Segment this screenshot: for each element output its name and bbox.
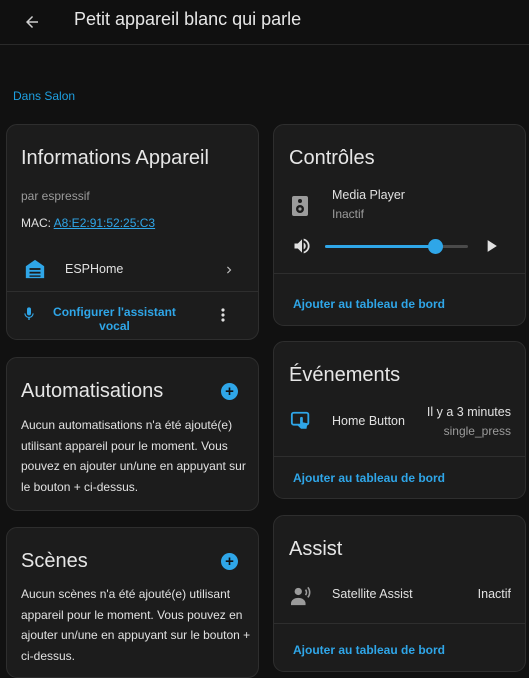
play-icon (487, 240, 497, 252)
assist-card: Assist Satellite Assist Inactif Ajouter … (273, 515, 526, 672)
integration-label: ESPHome (65, 262, 124, 276)
media-player-name[interactable]: Media Player (332, 188, 405, 202)
assist-add-to-dashboard[interactable]: Ajouter au tableau de bord (293, 643, 445, 657)
add-scene-button[interactable]: + (221, 553, 238, 570)
gesture-tap-icon (290, 411, 310, 429)
device-info-divider (7, 291, 258, 292)
events-card: Événements Home Button Il y a 3 minutes … (273, 341, 526, 499)
microphone-icon (24, 307, 34, 320)
scenes-card: Scènes + Aucun scènes n'a été ajouté(e) … (6, 527, 259, 678)
top-app-bar: Petit appareil blanc qui parle (0, 0, 529, 45)
speaker-icon (292, 196, 308, 216)
controls-card: Contrôles Media Player Inactif Ajouter a… (273, 124, 526, 326)
area-breadcrumb[interactable]: Dans Salon (13, 89, 75, 103)
more-vert-icon (221, 308, 225, 322)
events-divider (274, 456, 525, 457)
integration-row[interactable]: ESPHome (7, 253, 258, 285)
assist-entity-name[interactable]: Satellite Assist (332, 587, 413, 601)
arrow-left-icon (26, 16, 38, 28)
mute-button[interactable] (292, 236, 314, 256)
volume-slider[interactable] (325, 237, 468, 255)
assist-title: Assist (289, 538, 343, 560)
volume-thumb[interactable] (427, 239, 443, 254)
mac-address-link[interactable]: A8:E2:91:52:25:C3 (54, 216, 155, 230)
event-type: single_press (443, 424, 511, 438)
controls-divider (274, 273, 525, 274)
esphome-icon (25, 259, 45, 279)
scenes-title: Scènes (21, 550, 88, 572)
account-voice-icon (291, 586, 311, 606)
events-add-to-dashboard[interactable]: Ajouter au tableau de bord (293, 471, 445, 485)
page-title: Petit appareil blanc qui parle (74, 9, 302, 29)
volume-high-icon (294, 238, 310, 254)
add-automation-button[interactable]: + (221, 383, 238, 400)
device-info-title: Informations Appareil (21, 147, 209, 169)
assist-divider (274, 623, 525, 624)
chevron-right-icon (227, 266, 232, 274)
mac-row: MAC: A8:E2:91:52:25:C3 (21, 216, 155, 230)
assist-state: Inactif (477, 587, 511, 601)
play-button[interactable] (481, 236, 501, 256)
controls-add-to-dashboard[interactable]: Ajouter au tableau de bord (293, 297, 445, 311)
event-entity-name[interactable]: Home Button (332, 414, 405, 428)
mac-label: MAC: (21, 216, 51, 230)
events-title: Événements (289, 364, 401, 386)
automations-card: Automatisations + Aucun automatisations … (6, 357, 259, 511)
controls-title: Contrôles (289, 147, 375, 169)
configure-assistant-label: Configurer l'assistant vocal (53, 305, 176, 333)
configure-assistant-button[interactable]: Configurer l'assistant vocal (7, 293, 207, 337)
scenes-empty-text: Aucun scènes n'a été ajouté(e) utilisant… (21, 587, 251, 663)
device-info-card: Informations Appareil par espressif MAC:… (6, 124, 259, 340)
volume-fill (325, 245, 436, 248)
automations-empty-text: Aucun automatisations n'a été ajouté(e) … (21, 418, 246, 494)
manufacturer-text: par espressif (21, 189, 90, 203)
event-time: Il y a 3 minutes (426, 405, 511, 419)
media-player-state: Inactif (332, 207, 365, 221)
back-button[interactable] (18, 8, 46, 36)
automations-title: Automatisations (21, 380, 164, 402)
more-options-button[interactable] (213, 305, 233, 327)
